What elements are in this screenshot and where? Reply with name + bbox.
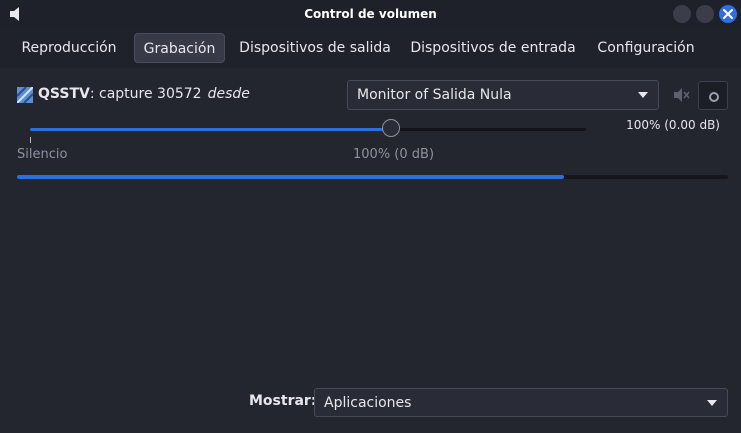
volume-slider-fill <box>30 128 391 131</box>
lock-channels-icon <box>709 92 719 102</box>
close-icon <box>723 9 733 19</box>
stream-label: QSSTV: capture 30572 desde <box>38 86 250 102</box>
window-title: Control de volumen <box>304 7 437 21</box>
stream-from-label: desde <box>207 86 250 102</box>
source-device-dropdown[interactable]: Monitor of Salida Nula <box>347 80 659 110</box>
slider-mid-label: 100% (0 dB) <box>353 147 435 162</box>
title-bar: Control de volumen <box>0 0 741 28</box>
tab-bar: Reproducción Grabación Dispositivos de s… <box>0 28 741 68</box>
tab-reproduccion[interactable]: Reproducción <box>14 33 124 63</box>
tab-dispositivos-entrada[interactable]: Dispositivos de entrada <box>407 33 579 63</box>
chevron-down-icon <box>707 400 717 406</box>
minimize-button[interactable] <box>673 5 691 23</box>
close-button[interactable] <box>719 5 737 23</box>
slider-silence-label: Silencio <box>17 147 68 162</box>
stream-app-name: QSSTV <box>38 86 90 102</box>
peak-level-fill <box>17 175 564 179</box>
tab-configuracion[interactable]: Configuración <box>590 33 702 63</box>
show-filter-dropdown[interactable]: Aplicaciones <box>314 388 728 417</box>
qsstv-app-icon <box>17 87 33 103</box>
tab-grabacion[interactable]: Grabación <box>134 33 225 63</box>
stream-detail: : capture 30572 <box>89 86 202 102</box>
source-device-value: Monitor of Salida Nula <box>357 87 512 103</box>
chevron-down-icon <box>638 92 648 98</box>
volume-slider[interactable] <box>30 119 586 137</box>
show-filter-value: Aplicaciones <box>324 395 412 411</box>
volume-slider-handle[interactable] <box>382 119 400 137</box>
show-label: Mostrar: <box>249 393 317 409</box>
maximize-button[interactable] <box>696 5 714 23</box>
peak-level-meter <box>17 175 728 179</box>
mute-button[interactable] <box>670 84 692 106</box>
slider-tick-silence <box>30 137 31 143</box>
lock-channels-button[interactable] <box>698 81 728 110</box>
tab-dispositivos-salida[interactable]: Dispositivos de salida <box>236 33 394 63</box>
